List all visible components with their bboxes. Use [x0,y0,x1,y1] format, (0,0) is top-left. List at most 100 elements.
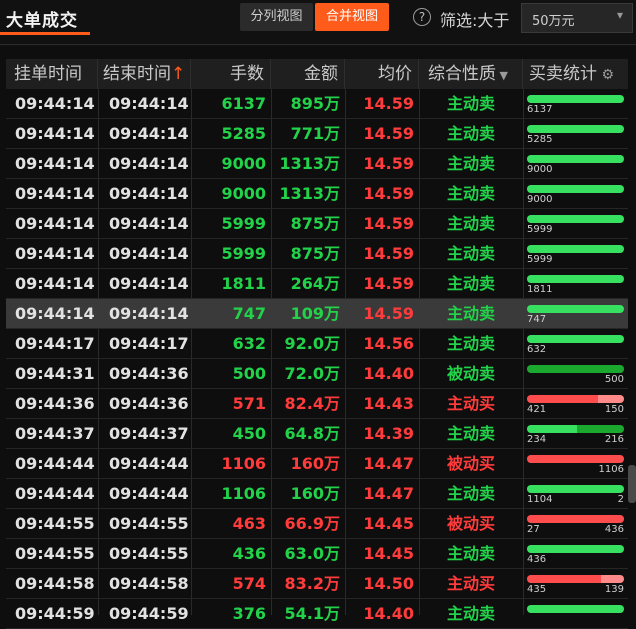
table-row[interactable]: 09:44:3709:44:3745064.8万14.39主动卖234216 [6,419,628,449]
table-row[interactable]: 09:44:3609:44:3657182.4万14.43主动买421150 [6,389,628,419]
col-amount[interactable]: 金额 [271,59,345,89]
buy-sell-stat: 11042 [525,483,626,505]
order-time: 09:44:44 [15,449,95,478]
table-row[interactable]: 09:44:5909:44:5937654.1万14.40主动卖 [6,599,628,629]
order-time: 09:44:14 [15,89,95,118]
stat-left-value: 632 [527,344,546,356]
col-nature[interactable]: 综合性质 ▼ [419,59,523,89]
chevron-down-icon: ▾ [617,8,623,22]
trade-nature: 主动买 [447,569,495,598]
trade-nature: 主动卖 [447,539,495,568]
table-row[interactable]: 09:44:1409:44:14747109万14.59主动卖747 [6,299,628,329]
merge-view-button[interactable]: 合并视图 [315,3,389,31]
order-time: 09:44:59 [15,599,95,628]
table-row[interactable]: 09:44:5509:44:5543663.0万14.45主动卖436 [6,539,628,569]
trade-nature: 主动卖 [447,179,495,208]
amount: 264万 [291,269,340,298]
avg-price: 14.59 [363,239,414,268]
table-row[interactable]: 09:44:1409:44:1490001313万14.59主动卖9000 [6,149,628,179]
bar-segment [527,575,601,583]
amount: 54.1万 [285,599,340,628]
end-time: 09:44:14 [109,179,189,208]
table-row[interactable]: 09:44:1709:44:1763292.0万14.56主动卖632 [6,329,628,359]
bar-segment [527,95,624,103]
volume: 436 [233,539,266,568]
end-time: 09:44:14 [109,209,189,238]
bar-segment [527,395,598,403]
table-row[interactable]: 09:44:5809:44:5857483.2万14.50主动买435139 [6,569,628,599]
amount: 875万 [291,209,340,238]
scrollbar-thumb[interactable] [628,465,636,503]
volume: 9000 [221,149,266,178]
stat-left-value: 27 [527,524,540,536]
bar-segment [527,515,624,523]
table-row[interactable]: 09:44:1409:44:146137895万14.59主动卖6137 [6,89,628,119]
table-row[interactable]: 09:44:1409:44:1490001313万14.59主动卖9000 [6,179,628,209]
order-time: 09:44:14 [15,119,95,148]
split-view-button[interactable]: 分列视图 [240,3,313,31]
stat-left-value: 436 [527,554,546,566]
buy-sell-bar [527,455,624,463]
col-stats[interactable]: 买卖统计 ⚙ [523,59,628,89]
filter-label: 筛选:大于 [440,7,509,31]
avg-price: 14.59 [363,209,414,238]
trade-nature: 主动卖 [447,209,495,238]
avg-price: 14.45 [363,539,414,568]
bar-segment [527,605,624,613]
buy-sell-bar [527,335,624,343]
stat-right-value: 1106 [599,464,624,476]
buy-sell-stat: 747 [525,303,626,325]
order-time: 09:44:14 [15,179,95,208]
volume: 5285 [221,119,266,148]
buy-sell-stat: 1811 [525,273,626,295]
amount-filter-select[interactable]: 50万元 ▾ [521,3,633,33]
end-time: 09:44:36 [109,359,189,388]
help-icon[interactable]: ? [413,8,431,26]
end-time: 09:44:59 [109,599,189,628]
trade-nature: 主动卖 [447,149,495,178]
volume: 1811 [221,269,266,298]
table-row[interactable]: 09:44:3109:44:3650072.0万14.40被动卖500 [6,359,628,389]
buy-sell-stat: 435139 [525,573,626,595]
stat-left-value: 5285 [527,134,552,146]
table-row[interactable]: 09:44:1409:44:145999875万14.59主动卖5999 [6,239,628,269]
trade-nature: 主动卖 [447,89,495,118]
amount: 895万 [291,89,340,118]
buy-sell-bar [527,575,624,583]
avg-price: 14.40 [363,599,414,628]
col-order-time[interactable]: 挂单时间 [6,59,98,89]
stat-left-value: 421 [527,404,546,416]
avg-price: 14.59 [363,89,414,118]
avg-price: 14.40 [363,359,414,388]
bar-segment [527,155,624,163]
avg-price: 14.47 [363,449,414,478]
table-row[interactable]: 09:44:5509:44:5546366.9万14.45被动买27436 [6,509,628,539]
order-time: 09:44:55 [15,539,95,568]
volume: 6137 [221,89,266,118]
amount: 63.0万 [285,539,340,568]
stat-right-value: 500 [605,374,624,386]
order-time: 09:44:14 [15,209,95,238]
buy-sell-stat: 5999 [525,243,626,265]
avg-price: 14.59 [363,299,414,328]
table-row[interactable]: 09:44:1409:44:141811264万14.59主动卖1811 [6,269,628,299]
col-volume[interactable]: 手数 [191,59,271,89]
end-time: 09:44:55 [109,509,189,538]
table-row[interactable]: 09:44:4409:44:441106160万14.47被动买1106 [6,449,628,479]
table-row[interactable]: 09:44:1409:44:145999875万14.59主动卖5999 [6,209,628,239]
col-avg-price[interactable]: 均价 [345,59,419,89]
buy-sell-bar [527,605,624,613]
table-row[interactable]: 09:44:4409:44:441106160万14.47主动卖11042 [6,479,628,509]
amount: 109万 [291,299,340,328]
filter-value: 50万元 [532,10,575,29]
stat-left-value: 5999 [527,224,552,236]
col-end-time[interactable]: 结束时间↑ [98,59,191,89]
stat-left-value: 747 [527,314,546,326]
table-row[interactable]: 09:44:1409:44:145285771万14.59主动卖5285 [6,119,628,149]
trade-nature: 主动卖 [447,329,495,358]
avg-price: 14.43 [363,389,414,418]
end-time: 09:44:17 [109,329,189,358]
avg-price: 14.59 [363,119,414,148]
amount: 771万 [291,119,340,148]
volume: 9000 [221,179,266,208]
